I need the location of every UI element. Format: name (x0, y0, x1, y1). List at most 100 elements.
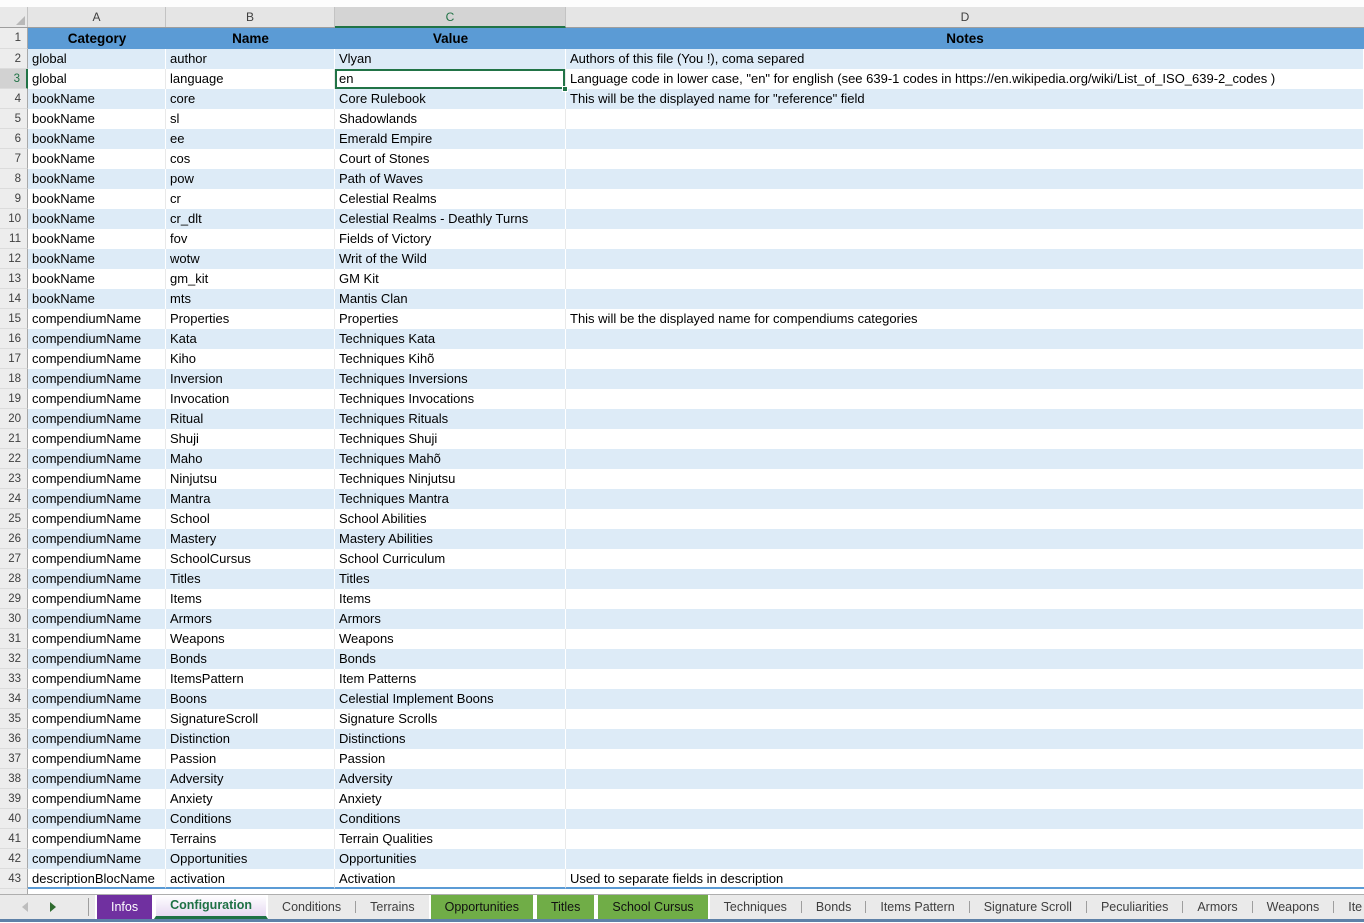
cell-D27[interactable] (566, 549, 1364, 569)
cell-D18[interactable] (566, 369, 1364, 389)
cell-A18[interactable]: compendiumName (28, 369, 166, 389)
cell-C1[interactable]: Value (335, 28, 566, 49)
row-header-15[interactable]: 15 (0, 309, 28, 329)
cell-A8[interactable]: bookName (28, 169, 166, 189)
cell-A31[interactable]: compendiumName (28, 629, 166, 649)
row-header-27[interactable]: 27 (0, 549, 28, 569)
sheet-tab-weapons[interactable]: Weapons (1253, 895, 1334, 919)
sheet-tab-conditions[interactable]: Conditions (268, 895, 355, 919)
cell-B6[interactable]: ee (166, 129, 335, 149)
row-header-34[interactable]: 34 (0, 689, 28, 709)
cell-B27[interactable]: SchoolCursus (166, 549, 335, 569)
row-header-28[interactable]: 28 (0, 569, 28, 589)
cell-B23[interactable]: Ninjutsu (166, 469, 335, 489)
cell-A34[interactable]: compendiumName (28, 689, 166, 709)
sheet-tab-titles[interactable]: Titles (535, 895, 596, 919)
fill-handle[interactable] (562, 86, 568, 92)
cell-B29[interactable]: Items (166, 589, 335, 609)
cell-A1[interactable]: Category (28, 28, 166, 49)
cell-B2[interactable]: author (166, 49, 335, 69)
cell-B34[interactable]: Boons (166, 689, 335, 709)
row-header-23[interactable]: 23 (0, 469, 28, 489)
cell-A32[interactable]: compendiumName (28, 649, 166, 669)
row-header-39[interactable]: 39 (0, 789, 28, 809)
cell-C30[interactable]: Armors (335, 609, 566, 629)
cell-B3[interactable]: language (166, 69, 335, 89)
row-header-16[interactable]: 16 (0, 329, 28, 349)
cell-A22[interactable]: compendiumName (28, 449, 166, 469)
cell-D2[interactable]: Authors of this file (You !), coma separ… (566, 49, 1364, 69)
row-header-37[interactable]: 37 (0, 749, 28, 769)
cell-C4[interactable]: Core Rulebook (335, 89, 566, 109)
cell-C23[interactable]: Techniques Ninjutsu (335, 469, 566, 489)
cell-D6[interactable] (566, 129, 1364, 149)
cell-C33[interactable]: Item Patterns (335, 669, 566, 689)
row-header-5[interactable]: 5 (0, 109, 28, 129)
cell-D37[interactable] (566, 749, 1364, 769)
cell-D26[interactable] (566, 529, 1364, 549)
cell-C29[interactable]: Items (335, 589, 566, 609)
sheet-tab-school-cursus[interactable]: School Cursus (596, 895, 709, 919)
cell-D25[interactable] (566, 509, 1364, 529)
select-all-corner[interactable] (0, 7, 28, 27)
cell-A7[interactable]: bookName (28, 149, 166, 169)
cell-A37[interactable]: compendiumName (28, 749, 166, 769)
row-header-33[interactable]: 33 (0, 669, 28, 689)
cell-A27[interactable]: compendiumName (28, 549, 166, 569)
cell-D33[interactable] (566, 669, 1364, 689)
cell-C35[interactable]: Signature Scrolls (335, 709, 566, 729)
row-header-2[interactable]: 2 (0, 49, 28, 69)
sheet-tab-peculiarities[interactable]: Peculiarities (1087, 895, 1182, 919)
scroll-sheets-right-icon[interactable] (50, 902, 56, 912)
cell-D13[interactable] (566, 269, 1364, 289)
row-header-9[interactable]: 9 (0, 189, 28, 209)
cell-C6[interactable]: Emerald Empire (335, 129, 566, 149)
row-header-19[interactable]: 19 (0, 389, 28, 409)
column-header-B[interactable]: B (166, 7, 335, 27)
cell-D14[interactable] (566, 289, 1364, 309)
cell-B18[interactable]: Inversion (166, 369, 335, 389)
cell-A6[interactable]: bookName (28, 129, 166, 149)
cell-B32[interactable]: Bonds (166, 649, 335, 669)
row-header-25[interactable]: 25 (0, 509, 28, 529)
cell-A14[interactable]: bookName (28, 289, 166, 309)
cell-D19[interactable] (566, 389, 1364, 409)
cell-C27[interactable]: School Curriculum (335, 549, 566, 569)
cell-D36[interactable] (566, 729, 1364, 749)
cell-D8[interactable] (566, 169, 1364, 189)
cell-C39[interactable]: Anxiety (335, 789, 566, 809)
cell-A24[interactable]: compendiumName (28, 489, 166, 509)
cell-C26[interactable]: Mastery Abilities (335, 529, 566, 549)
cell-B14[interactable]: mts (166, 289, 335, 309)
cell-B38[interactable]: Adversity (166, 769, 335, 789)
cell-C24[interactable]: Techniques Mantra (335, 489, 566, 509)
row-header-10[interactable]: 10 (0, 209, 28, 229)
cell-D15[interactable]: This will be the displayed name for comp… (566, 309, 1364, 329)
cell-C8[interactable]: Path of Waves (335, 169, 566, 189)
cell-A28[interactable]: compendiumName (28, 569, 166, 589)
cell-B31[interactable]: Weapons (166, 629, 335, 649)
row-header-35[interactable]: 35 (0, 709, 28, 729)
cell-D29[interactable] (566, 589, 1364, 609)
sheet-tab-techniques[interactable]: Techniques (710, 895, 801, 919)
cell-C32[interactable]: Bonds (335, 649, 566, 669)
cell-D7[interactable] (566, 149, 1364, 169)
cell-A13[interactable]: bookName (28, 269, 166, 289)
scroll-sheets-left-icon[interactable] (22, 902, 28, 912)
row-header-3[interactable]: 3 (0, 69, 28, 89)
row-header-17[interactable]: 17 (0, 349, 28, 369)
cell-C12[interactable]: Writ of the Wild (335, 249, 566, 269)
cell-B1[interactable]: Name (166, 28, 335, 49)
cell-B22[interactable]: Maho (166, 449, 335, 469)
cell-A26[interactable]: compendiumName (28, 529, 166, 549)
cell-C37[interactable]: Passion (335, 749, 566, 769)
cell-A29[interactable]: compendiumName (28, 589, 166, 609)
sheet-tab-terrains[interactable]: Terrains (356, 895, 428, 919)
cell-C15[interactable]: Properties (335, 309, 566, 329)
cell-C28[interactable]: Titles (335, 569, 566, 589)
cell-B4[interactable]: core (166, 89, 335, 109)
cell-A30[interactable]: compendiumName (28, 609, 166, 629)
sheet-tab-opportunities[interactable]: Opportunities (429, 895, 535, 919)
cell-B10[interactable]: cr_dlt (166, 209, 335, 229)
cell-A11[interactable]: bookName (28, 229, 166, 249)
